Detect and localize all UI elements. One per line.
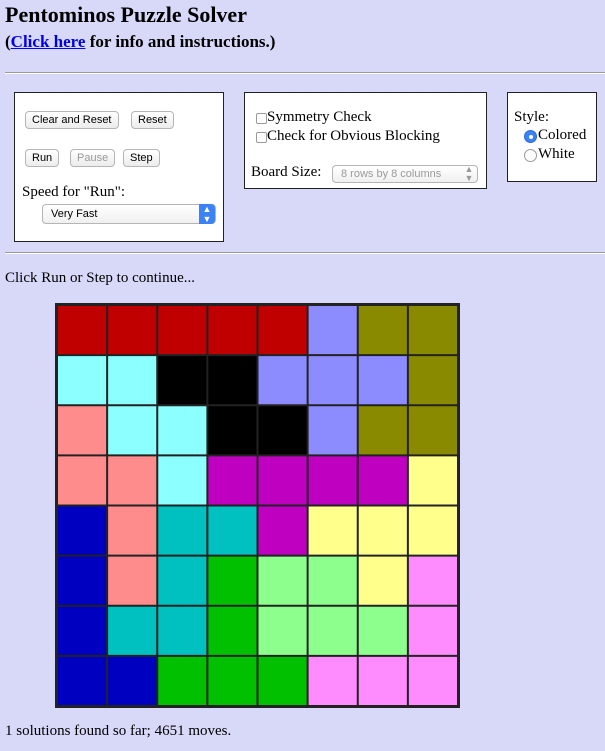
board-cell[interactable] — [158, 556, 207, 605]
board-cell[interactable] — [358, 406, 407, 455]
board-cell[interactable] — [108, 356, 157, 405]
board-cell[interactable] — [58, 306, 107, 355]
run-button[interactable]: Run — [25, 149, 60, 167]
board-size-value: 8 rows by 8 columns — [341, 168, 442, 180]
white-radio[interactable] — [524, 149, 537, 162]
page-title: Pentominos Puzzle Solver — [5, 2, 247, 27]
board-cell[interactable] — [408, 456, 457, 505]
board-cell[interactable] — [208, 356, 257, 405]
board-cell[interactable] — [108, 656, 157, 705]
reset-button[interactable]: Reset — [131, 111, 174, 129]
board-cell[interactable] — [208, 506, 257, 555]
select-arrows-icon: ▲ ▼ — [464, 164, 474, 183]
board-cell[interactable] — [308, 556, 357, 605]
board-cell[interactable] — [208, 556, 257, 605]
board-cell[interactable] — [358, 656, 407, 705]
clear-and-reset-button[interactable]: Clear and Reset — [25, 111, 119, 129]
board-cell[interactable] — [258, 606, 307, 655]
board-cell[interactable] — [258, 456, 307, 505]
status-message: Click Run or Step to continue... — [5, 270, 195, 286]
board-cell[interactable] — [208, 406, 257, 455]
board-cell[interactable] — [58, 656, 107, 705]
board-cell[interactable] — [258, 406, 307, 455]
step-button[interactable]: Step — [123, 149, 160, 167]
blocking-label: Check for Obvious Blocking — [267, 128, 440, 144]
speed-value: Very Fast — [51, 208, 98, 220]
board-cell[interactable] — [308, 456, 357, 505]
board-cell[interactable] — [308, 506, 357, 555]
board-cell[interactable] — [158, 306, 207, 355]
select-arrows-icon: ▲ ▼ — [199, 204, 215, 224]
board-cell[interactable] — [308, 656, 357, 705]
board-cell[interactable] — [358, 506, 407, 555]
pause-button[interactable]: Pause — [70, 149, 116, 167]
board-cell[interactable] — [408, 656, 457, 705]
board-cell[interactable] — [108, 456, 157, 505]
board-cell[interactable] — [158, 406, 207, 455]
board-cell[interactable] — [308, 606, 357, 655]
board-cell[interactable] — [408, 406, 457, 455]
board-cell[interactable] — [408, 356, 457, 405]
board-cell[interactable] — [358, 456, 407, 505]
style-panel: Style: Colored White — [507, 92, 597, 182]
result-text: 1 solutions found so far; 4651 moves. — [5, 723, 232, 739]
board-cell[interactable] — [158, 506, 207, 555]
puzzle-board[interactable] — [55, 303, 460, 708]
board-cell[interactable] — [358, 556, 407, 605]
board-cell[interactable] — [258, 656, 307, 705]
board-cell[interactable] — [108, 606, 157, 655]
board-cell[interactable] — [108, 506, 157, 555]
board-cell[interactable] — [158, 456, 207, 505]
board-cell[interactable] — [408, 306, 457, 355]
board-cell[interactable] — [408, 556, 457, 605]
board-cell[interactable] — [108, 556, 157, 605]
mid-divider — [5, 252, 605, 254]
symmetry-checkbox[interactable] — [256, 113, 267, 124]
board-cell[interactable] — [58, 606, 107, 655]
board-cell[interactable] — [58, 406, 107, 455]
board-cell[interactable] — [258, 306, 307, 355]
board-cell[interactable] — [358, 306, 407, 355]
top-divider — [5, 72, 605, 74]
board-cell[interactable] — [158, 356, 207, 405]
board-cell[interactable] — [258, 556, 307, 605]
board-size-label: Board Size: — [251, 164, 322, 180]
blocking-checkbox[interactable] — [256, 132, 267, 143]
board-cell[interactable] — [208, 456, 257, 505]
symmetry-label: Symmetry Check — [267, 109, 372, 125]
board-cell[interactable] — [108, 406, 157, 455]
board-cell[interactable] — [158, 656, 207, 705]
board-size-select[interactable]: 8 rows by 8 columns ▲ ▼ — [332, 165, 478, 183]
board-cell[interactable] — [58, 356, 107, 405]
colored-label: Colored — [538, 127, 587, 143]
controls-panel: Clear and Reset Reset Run Pause Step Spe… — [14, 92, 224, 242]
board-cell[interactable] — [408, 606, 457, 655]
speed-label: Speed for "Run": — [22, 184, 126, 200]
board-cell[interactable] — [358, 356, 407, 405]
board-cell[interactable] — [208, 306, 257, 355]
board-cell[interactable] — [58, 456, 107, 505]
board-cell[interactable] — [208, 606, 257, 655]
board-cell[interactable] — [58, 556, 107, 605]
info-line: (Click here for info and instructions.) — [5, 32, 276, 51]
board-cell[interactable] — [308, 356, 357, 405]
board-cell[interactable] — [108, 306, 157, 355]
options-panel: Symmetry Check Check for Obvious Blockin… — [244, 92, 487, 189]
info-link[interactable]: Click here — [11, 32, 86, 51]
board-cell[interactable] — [58, 506, 107, 555]
colored-radio[interactable] — [524, 130, 537, 143]
board-cell[interactable] — [308, 406, 357, 455]
board-cell[interactable] — [308, 306, 357, 355]
board-cell[interactable] — [158, 606, 207, 655]
board-cell[interactable] — [258, 506, 307, 555]
board-cell[interactable] — [258, 356, 307, 405]
board-cell[interactable] — [408, 506, 457, 555]
style-label: Style: — [514, 109, 550, 125]
speed-select[interactable]: Very Fast ▲ ▼ — [42, 204, 216, 224]
info-text: for info and instructions.) — [85, 32, 276, 51]
board-cell[interactable] — [208, 656, 257, 705]
board-cell[interactable] — [358, 606, 407, 655]
white-label: White — [538, 146, 575, 162]
